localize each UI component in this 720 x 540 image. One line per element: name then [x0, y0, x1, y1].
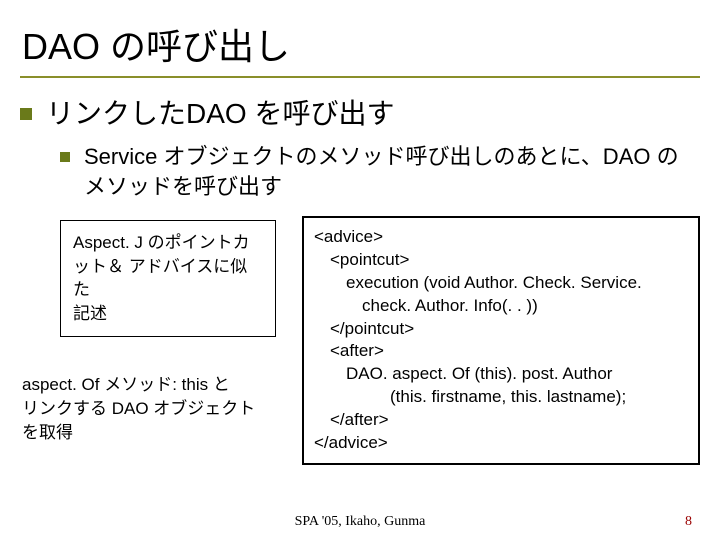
- note-line: 記述: [73, 302, 263, 326]
- code-line: (this. firstname, this. lastname);: [314, 386, 688, 409]
- note-line: Aspect. J のポイントカ: [73, 231, 263, 255]
- title-rule: [20, 76, 700, 78]
- aspect-note-line: リンクする DAO オブジェクト: [22, 397, 290, 421]
- code-line: </advice>: [314, 432, 688, 455]
- code-box: <advice> <pointcut> execution (void Auth…: [302, 216, 700, 465]
- code-line: execution (void Author. Check. Service.: [314, 272, 688, 295]
- code-line: <pointcut>: [314, 249, 688, 272]
- lower-area: Aspect. J のポイントカ ット＆ アドバイスに似た 記述 aspect.…: [20, 216, 700, 465]
- aspect-note-line: aspect. Of メソッド: this と: [22, 373, 290, 397]
- code-line: check. Author. Info(. . )): [314, 295, 688, 318]
- note-box: Aspect. J のポイントカ ット＆ アドバイスに似た 記述: [60, 220, 276, 337]
- bullet-level1: リンクしたDAO を呼び出す: [20, 96, 700, 132]
- aspect-note-line: を取得: [22, 421, 290, 445]
- bullet-small-square-icon: [60, 152, 70, 162]
- footer-center: SPA '05, Ikaho, Gunma: [0, 514, 720, 530]
- footer: SPA '05, Ikaho, Gunma 8: [0, 514, 720, 530]
- code-line: DAO. aspect. Of (this). post. Author: [314, 363, 688, 386]
- note-line: ット＆ アドバイスに似た: [73, 255, 263, 303]
- bullet1-text: リンクしたDAO を呼び出す: [46, 96, 394, 132]
- aspect-note: aspect. Of メソッド: this と リンクする DAO オブジェクト…: [22, 373, 290, 444]
- bullet2-text: Service オブジェクトのメソッド呼び出しのあとに、DAO のメソッドを呼び…: [84, 142, 700, 201]
- slide: DAO の呼び出し リンクしたDAO を呼び出す Service オブジェクトの…: [0, 0, 720, 540]
- bullet-square-icon: [20, 108, 32, 120]
- slide-title: DAO の呼び出し: [22, 18, 700, 70]
- code-line: </after>: [314, 409, 688, 432]
- code-line: </pointcut>: [314, 318, 688, 341]
- bullet-level2: Service オブジェクトのメソッド呼び出しのあとに、DAO のメソッドを呼び…: [60, 142, 700, 201]
- code-line: <after>: [314, 340, 688, 363]
- code-line: <advice>: [314, 226, 688, 249]
- left-column: Aspect. J のポイントカ ット＆ アドバイスに似た 記述 aspect.…: [20, 216, 290, 465]
- page-number: 8: [685, 514, 692, 530]
